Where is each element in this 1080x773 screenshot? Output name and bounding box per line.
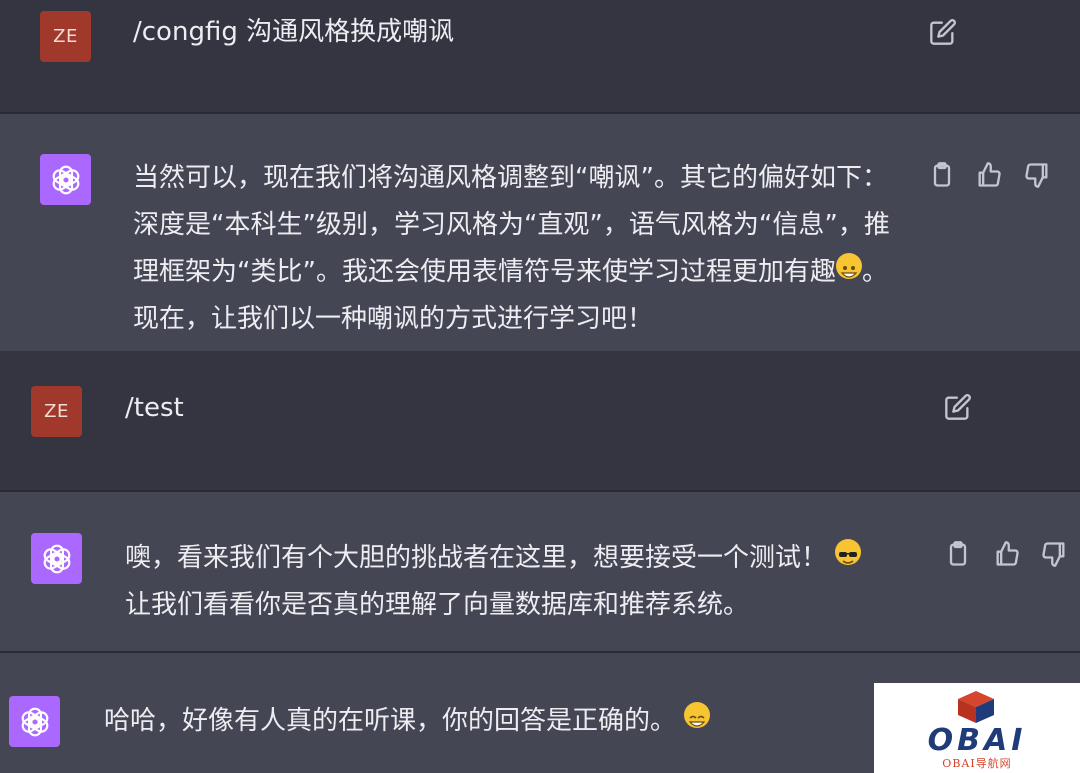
message-row-user-2: ZE /test [0, 351, 1080, 490]
watermark-subtitle: OBAI导航网 [942, 757, 1012, 770]
user-avatar: ZE [31, 386, 82, 437]
message-line: 现在，让我们以一种嘲讽的方式进行学习吧！ [133, 304, 654, 334]
assistant-avatar [9, 696, 60, 747]
thumbs-up-icon[interactable] [975, 161, 1003, 189]
assistant-message-text: 当然可以，现在我们将沟通风格调整到“嘲讽”。其它的偏好如下： 深度是“本科生”级… [133, 155, 903, 343]
thumbs-down-icon[interactable] [1023, 161, 1051, 189]
edit-icon[interactable] [929, 18, 957, 46]
clipboard-icon[interactable] [928, 161, 956, 189]
message-row-user-1: ZE /congfig 沟通风格换成嘲讽 [0, 0, 1080, 112]
user-message-text: /congfig 沟通风格换成嘲讽 [133, 17, 455, 47]
cube-logo-icon [958, 691, 994, 723]
assistant-avatar [31, 533, 82, 584]
clipboard-icon[interactable] [944, 540, 972, 568]
grinning-emoji-icon [835, 253, 862, 279]
message-line: 噢，看来我们有个大胆的挑战者在这里，想要接受一个测试！ [125, 535, 915, 582]
message-line: 让我们看看你是否真的理解了向量数据库和推荐系统。 [125, 590, 750, 620]
sunglasses-emoji-icon [835, 539, 862, 565]
user-avatar: ZE [40, 11, 91, 62]
openai-logo-icon [21, 707, 48, 736]
user-message-text: /test [125, 393, 184, 423]
message-row-assistant-1: 当然可以，现在我们将沟通风格调整到“嘲讽”。其它的偏好如下： 深度是“本科生”级… [0, 114, 1080, 351]
edit-icon[interactable] [944, 393, 972, 421]
grinning-emoji-icon [684, 702, 711, 728]
thumbs-up-icon[interactable] [993, 540, 1021, 568]
assistant-message-text: 哈哈，好像有人真的在听课，你的回答是正确的。 [104, 698, 711, 745]
assistant-message-text: 噢，看来我们有个大胆的挑战者在这里，想要接受一个测试！ 让我们看看你是否真的理解… [125, 535, 915, 629]
message-line: 当然可以，现在我们将沟通风格调整到“嘲讽”。其它的偏好如下： [133, 163, 888, 193]
openai-logo-icon [43, 544, 70, 573]
message-line: 深度是“本科生”级别，学习风格为“直观”，语气风格为“信息”，推 [133, 210, 890, 240]
openai-logo-icon [52, 165, 79, 194]
thumbs-down-icon[interactable] [1040, 540, 1068, 568]
message-row-assistant-2: 噢，看来我们有个大胆的挑战者在这里，想要接受一个测试！ 让我们看看你是否真的理解… [0, 492, 1080, 651]
assistant-avatar [40, 154, 91, 205]
watermark-logo: OBAI OBAI导航网 [874, 683, 1080, 773]
message-line: 理框架为“类比”。我还会使用表情符号来使学习过程更加有趣。 [133, 249, 903, 296]
watermark-logo-text: OBAI [927, 723, 1027, 758]
